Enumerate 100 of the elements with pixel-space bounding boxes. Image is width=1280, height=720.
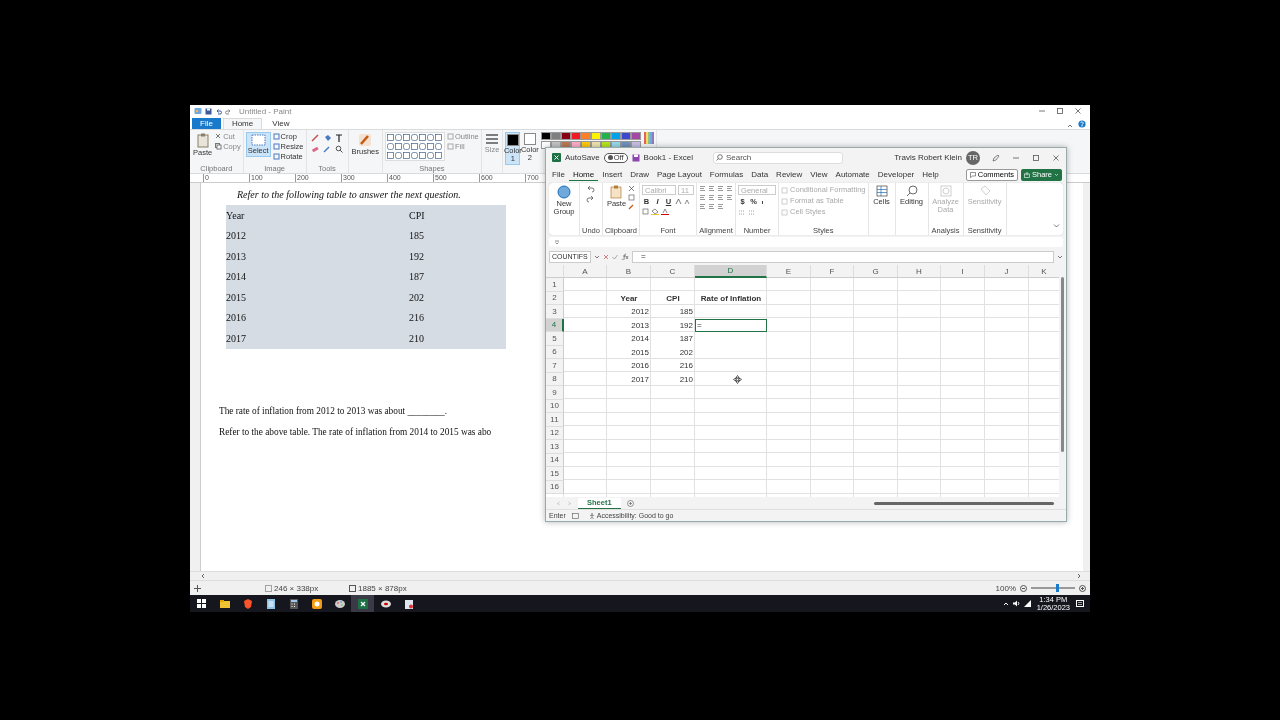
slider-thumb[interactable] [1055, 584, 1059, 592]
color-swatch[interactable] [561, 132, 572, 140]
collapse-caret-icon[interactable] [1067, 123, 1073, 129]
align-icon[interactable] [708, 194, 716, 201]
speaker-icon[interactable] [1012, 600, 1020, 607]
column-header[interactable]: D [695, 265, 767, 278]
column-header[interactable]: B [607, 265, 651, 278]
maximize-icon[interactable] [1056, 107, 1064, 115]
column-header[interactable]: E [767, 265, 811, 278]
ribbon-tab[interactable]: Help [918, 168, 943, 181]
column-header[interactable]: C [651, 265, 695, 278]
expand-formula-icon[interactable] [1057, 253, 1063, 260]
ribbon-tab[interactable]: Home [222, 118, 263, 129]
ribbon-tab[interactable]: File [548, 168, 569, 181]
align-icon[interactable] [717, 185, 725, 192]
magnifier-icon[interactable] [334, 145, 343, 153]
ribbon-tab[interactable]: Data [747, 168, 773, 181]
align-icon[interactable] [726, 194, 734, 201]
eraser-icon[interactable] [310, 145, 319, 153]
quick-access-icon[interactable] [554, 239, 560, 245]
ribbon-tab[interactable]: Draw [626, 168, 653, 181]
spreadsheet-cell[interactable]: 2016 [607, 359, 651, 373]
spreadsheet-cell[interactable]: 2017 [607, 372, 651, 386]
borders-icon[interactable] [642, 208, 650, 215]
bucket-icon[interactable] [322, 134, 331, 142]
minimize-icon[interactable] [1038, 107, 1046, 115]
color-swatch[interactable] [541, 132, 552, 140]
align-icon[interactable] [708, 185, 716, 192]
color-swatch[interactable] [611, 132, 622, 140]
column-header[interactable]: K [1029, 265, 1059, 278]
align-icon[interactable] [699, 203, 707, 210]
zoom-in-icon[interactable] [1079, 584, 1086, 592]
color-picker-icon[interactable] [322, 145, 331, 153]
macro-icon[interactable] [571, 512, 579, 519]
spreadsheet-cell[interactable]: 2015 [607, 345, 651, 359]
horizontal-scrollbar[interactable] [874, 501, 1054, 505]
spreadsheet-cell[interactable]: Year [607, 291, 651, 305]
color-swatch[interactable] [631, 132, 642, 140]
ribbon-tab[interactable]: Automate [831, 168, 874, 181]
help-icon[interactable] [1078, 120, 1086, 128]
row-header[interactable]: 7 [546, 359, 564, 373]
column-header[interactable]: J [985, 265, 1029, 278]
spreadsheet-cell[interactable]: 2014 [607, 332, 651, 346]
pen-icon[interactable] [992, 153, 1000, 162]
file-menu-button[interactable]: File [192, 118, 221, 129]
color-swatch[interactable] [601, 132, 612, 140]
align-icon[interactable] [699, 185, 707, 192]
insert-function-icon[interactable] [621, 253, 629, 260]
zoom-out-icon[interactable] [1020, 584, 1027, 592]
scroll-right-icon[interactable] [1076, 573, 1082, 579]
spreadsheet-cell[interactable]: 2013 [607, 318, 651, 332]
ribbon-tab[interactable]: View [264, 118, 298, 129]
notification-icon[interactable] [1076, 599, 1084, 608]
undo-icon[interactable] [585, 185, 596, 193]
network-icon[interactable] [1023, 600, 1031, 607]
ribbon-tab[interactable]: Developer [873, 168, 919, 181]
spreadsheet-cell[interactable]: = [695, 318, 767, 332]
close-icon[interactable] [1074, 107, 1082, 115]
redo-icon[interactable] [585, 195, 596, 203]
align-icon[interactable] [699, 194, 707, 201]
fill-color-icon[interactable] [651, 208, 660, 215]
grow-font-icon[interactable] [675, 198, 683, 205]
color-swatch[interactable] [621, 132, 632, 140]
add-sheet-icon[interactable] [626, 499, 634, 507]
spreadsheet-cell[interactable]: Rate of Inflation [695, 291, 767, 305]
text-tool-icon[interactable] [334, 134, 343, 142]
ribbon-tab[interactable]: Home [568, 168, 599, 181]
maximize-icon[interactable] [1032, 153, 1040, 162]
ribbon-tab[interactable]: Formulas [705, 168, 748, 181]
edit-colors-icon[interactable] [644, 132, 655, 144]
scissors-icon[interactable] [628, 185, 636, 192]
ribbon-tab[interactable]: Review [772, 168, 807, 181]
align-icon[interactable] [717, 203, 725, 210]
cancel-icon[interactable] [603, 253, 609, 260]
save-icon[interactable] [205, 107, 212, 115]
row-header[interactable]: 15 [546, 467, 564, 481]
spreadsheet-cell[interactable]: 187 [651, 332, 695, 346]
color-swatch[interactable] [571, 132, 582, 140]
row-header[interactable]: 1 [546, 278, 564, 292]
column-header[interactable]: G [854, 265, 898, 278]
scroll-left-icon[interactable] [200, 573, 206, 579]
spreadsheet-cell[interactable]: CPI [651, 291, 695, 305]
ribbon-collapse-icon[interactable] [1053, 222, 1060, 229]
spreadsheet-cell[interactable]: 210 [651, 372, 695, 386]
search-field[interactable]: Search [712, 151, 843, 164]
color-swatch[interactable] [551, 132, 562, 140]
chevron-up-icon[interactable] [1002, 600, 1009, 607]
format-painter-icon[interactable] [628, 203, 636, 210]
copy-icon[interactable] [628, 194, 636, 201]
column-header[interactable]: F [811, 265, 854, 278]
shrink-font-icon[interactable] [684, 198, 691, 205]
horizontal-scrollbar[interactable] [190, 571, 1090, 580]
ribbon-tab[interactable]: Insert [598, 168, 627, 181]
enter-check-icon[interactable] [612, 253, 618, 260]
spreadsheet-cell[interactable]: 192 [651, 318, 695, 332]
vertical-scrollbar[interactable] [1083, 183, 1090, 571]
shapes-gallery-icon[interactable] [385, 132, 445, 161]
column-header[interactable]: H [898, 265, 941, 278]
column-header[interactable]: I [941, 265, 985, 278]
spreadsheet-cell[interactable]: 185 [651, 305, 695, 319]
